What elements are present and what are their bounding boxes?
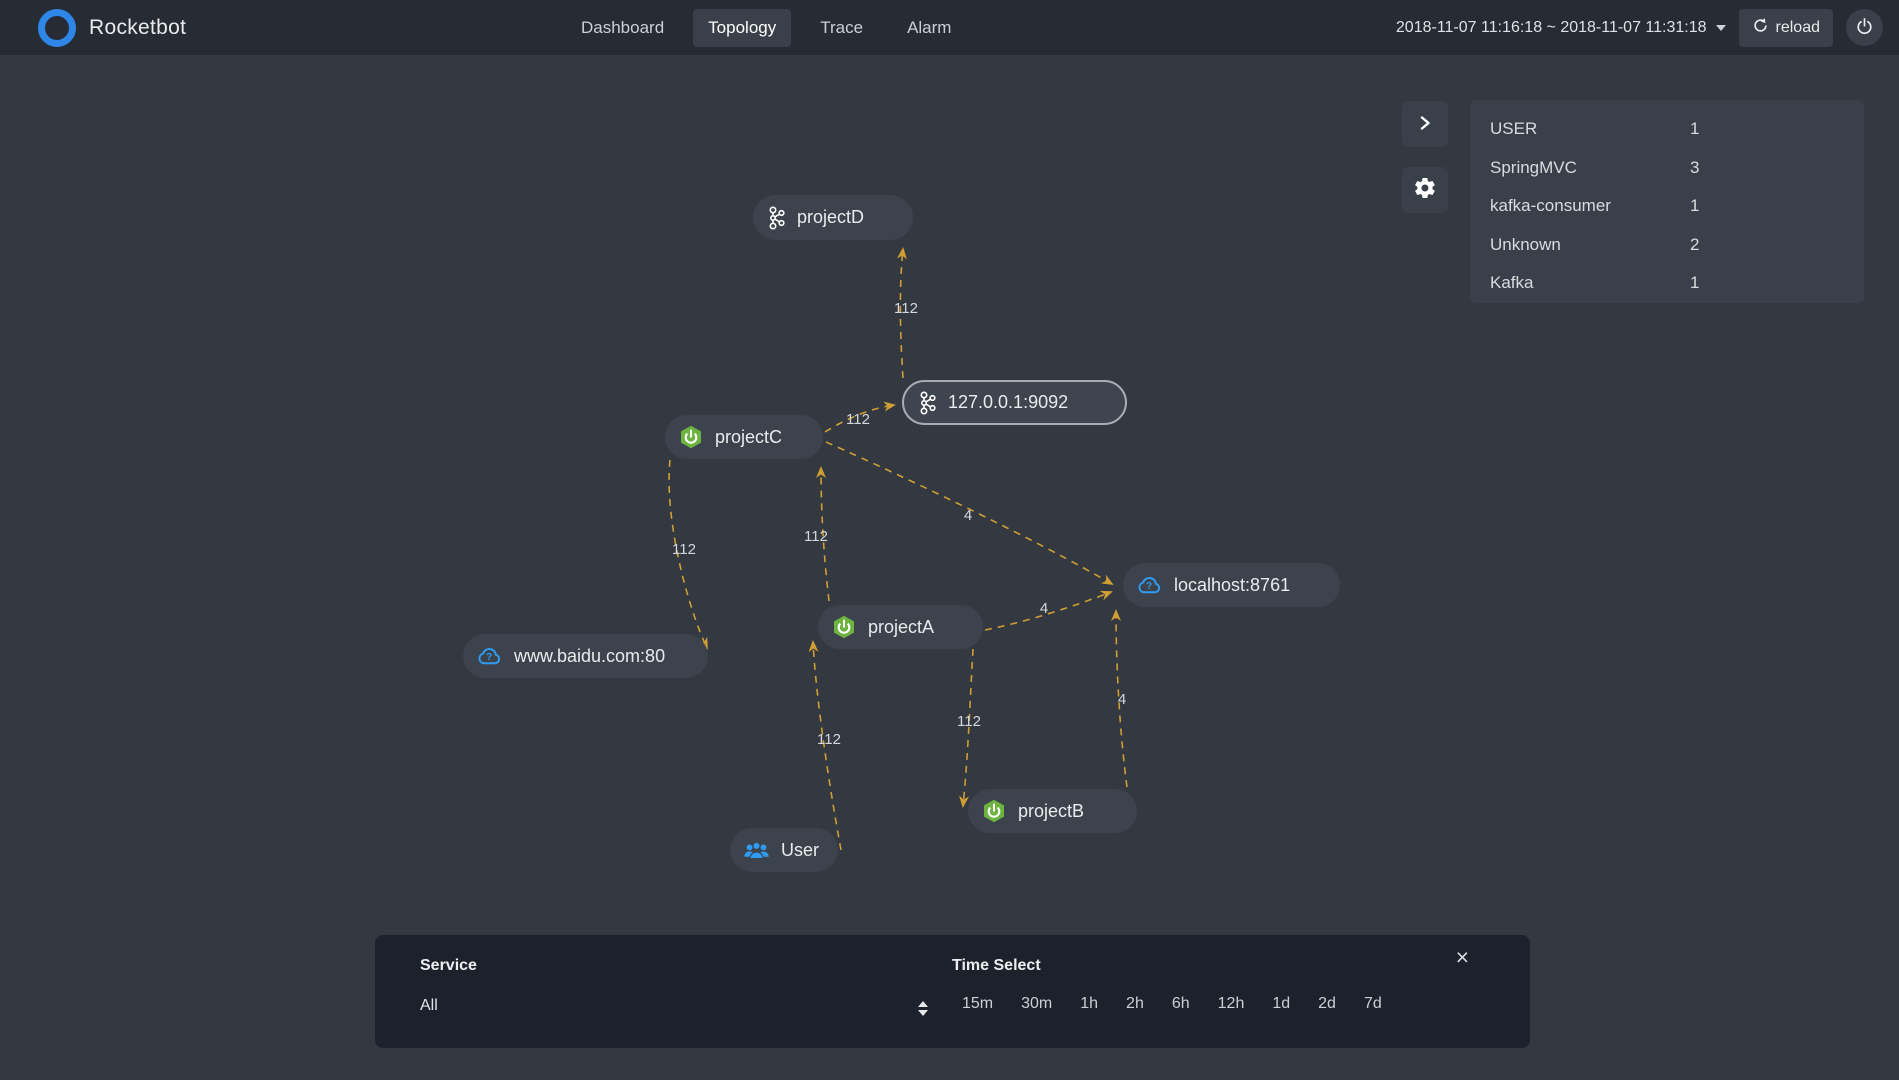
edge-label: 112 (804, 528, 828, 545)
node-label: User (781, 839, 820, 860)
service-select-value: All (420, 997, 438, 1014)
node-baidu[interactable]: ? www.baidu.com:80 (463, 634, 708, 678)
gear-icon (1413, 176, 1437, 205)
legend-row: Unknown 2 (1490, 226, 1844, 265)
node-label: projectD (797, 207, 865, 227)
time-option-6h[interactable]: 6h (1172, 995, 1190, 1013)
edge-label: 4 (1118, 691, 1126, 708)
node-kafka-broker[interactable]: 127.0.0.1:9092 (902, 380, 1127, 425)
spring-icon (981, 798, 1007, 824)
time-option-1d[interactable]: 1d (1272, 995, 1290, 1013)
service-type-legend: USER 1 SpringMVC 3 kafka-consumer 1 Unknown 2 Ka… (1470, 100, 1864, 303)
edge-label: 112 (894, 300, 918, 317)
time-option-15m[interactable]: 15m (962, 995, 993, 1013)
service-select[interactable]: All (420, 997, 900, 1015)
legend-type-label: kafka-consumer (1490, 196, 1611, 216)
kafka-icon (766, 205, 786, 230)
edge-label: 112 (672, 541, 696, 558)
node-user[interactable]: User (730, 828, 838, 872)
node-label: 127.0.0.1:9092 (948, 392, 1069, 412)
node-localhost-8761[interactable]: ? localhost:8761 (1123, 563, 1340, 607)
time-option-7d[interactable]: 7d (1364, 995, 1382, 1013)
topology-app: Rocketbot Dashboard Topology Trace Alarm 20… (0, 0, 1899, 1080)
node-label: www.baidu.com:80 (514, 645, 666, 666)
sort-arrows-icon (918, 1001, 928, 1016)
svg-text:?: ? (1146, 581, 1152, 592)
time-option-1h[interactable]: 1h (1080, 995, 1098, 1013)
cloud-icon: ? (476, 646, 503, 667)
edge-label: 4 (1040, 600, 1048, 617)
cloud-icon: ? (1136, 575, 1163, 596)
legend-type-count: 2 (1690, 234, 1700, 254)
expand-panel-button[interactable] (1402, 101, 1448, 147)
edge-label: 112 (817, 731, 841, 748)
node-label: projectA (868, 616, 935, 637)
spring-icon (831, 614, 857, 640)
node-label: projectB (1018, 800, 1085, 821)
legend-type-label: USER (1490, 119, 1538, 139)
kafka-icon (917, 390, 937, 415)
legend-row: USER 1 (1490, 110, 1844, 149)
time-option-2d[interactable]: 2d (1318, 995, 1336, 1013)
node-projectC[interactable]: projectC (665, 415, 823, 459)
time-option-30m[interactable]: 30m (1021, 995, 1052, 1013)
legend-row: SpringMVC 3 (1490, 149, 1844, 188)
legend-type-label: Unknown (1490, 234, 1561, 254)
node-projectD[interactable]: projectD (753, 195, 913, 240)
settings-button[interactable] (1402, 167, 1448, 213)
node-projectA[interactable]: projectA (818, 605, 983, 649)
legend-type-label: SpringMVC (1490, 157, 1577, 177)
users-icon (743, 839, 770, 862)
legend-type-count: 1 (1690, 119, 1700, 139)
close-panel-button[interactable]: × (1450, 943, 1475, 972)
spring-icon (678, 424, 704, 450)
time-select-label: Time Select (952, 957, 1041, 974)
edge-label: 112 (846, 411, 870, 428)
time-option-12h[interactable]: 12h (1218, 995, 1245, 1013)
edge-label: 4 (964, 507, 972, 524)
legend-type-count: 1 (1690, 273, 1700, 293)
node-label: projectC (715, 426, 783, 447)
svg-text:?: ? (486, 652, 492, 663)
time-option-2h[interactable]: 2h (1126, 995, 1144, 1013)
chevron-right-icon (1416, 114, 1434, 135)
legend-type-count: 1 (1690, 196, 1700, 216)
legend-type-label: Kafka (1490, 273, 1534, 293)
time-options: 15m 30m 1h 2h 6h 12h 1d 2d 7d (962, 995, 1382, 1013)
edge-label: 112 (957, 713, 981, 730)
service-label: Service (420, 957, 477, 974)
legend-type-count: 3 (1690, 157, 1700, 177)
legend-row: kafka-consumer 1 (1490, 187, 1844, 226)
legend-row: Kafka 1 (1490, 264, 1844, 303)
node-label: localhost:8761 (1174, 574, 1291, 595)
filter-panel: Service All Time Select 15m 30m 1h 2h 6h 12h 1… (375, 935, 1530, 1048)
node-projectB[interactable]: projectB (968, 789, 1137, 833)
